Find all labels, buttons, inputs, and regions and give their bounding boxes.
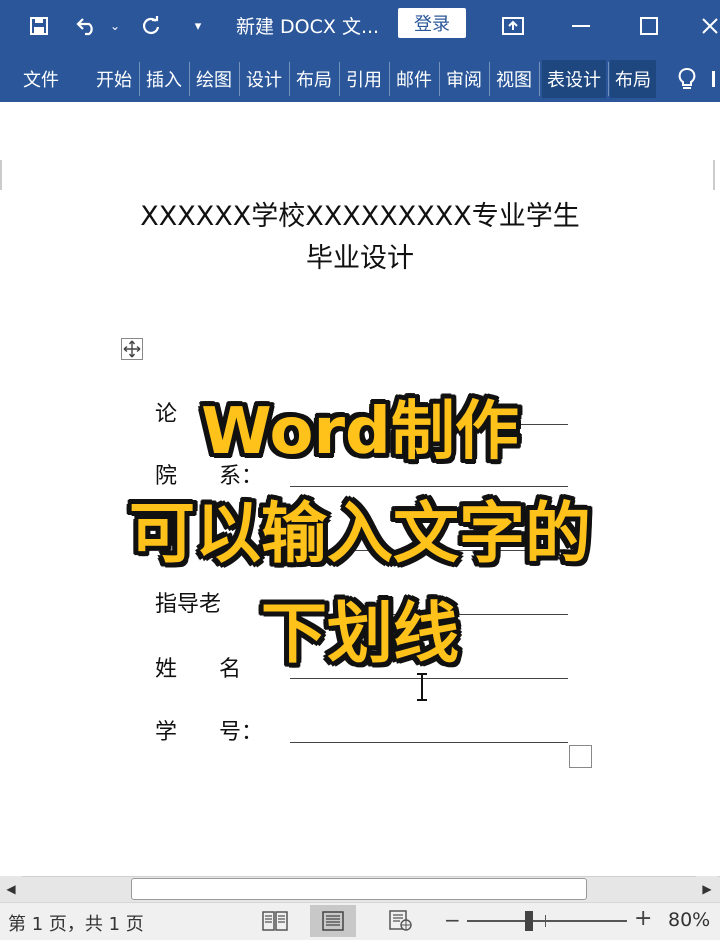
redo-icon[interactable]: [136, 0, 166, 52]
overlay-caption-line-1: Word制作: [201, 395, 519, 469]
table-move-handle-icon[interactable]: [121, 338, 143, 360]
zoom-slider-thumb[interactable]: [525, 911, 533, 931]
right-margin-marker: [713, 160, 715, 190]
tab-review[interactable]: 审阅: [442, 60, 486, 98]
text-cursor-icon: [412, 672, 432, 702]
page-count[interactable]: 第 1 页，共 1 页: [8, 910, 144, 936]
scrollbar-thumb[interactable]: [131, 878, 587, 900]
tab-separator: [189, 62, 190, 96]
tab-home[interactable]: 开始: [92, 60, 136, 98]
tab-draw[interactable]: 绘图: [192, 60, 236, 98]
tab-file[interactable]: 文件: [14, 60, 68, 98]
undo-icon[interactable]: [74, 0, 100, 52]
lightbulb-icon[interactable]: [672, 60, 702, 98]
login-button[interactable]: 登录: [398, 8, 466, 38]
zoom-in-button[interactable]: +: [634, 906, 652, 931]
tab-separator: [289, 62, 290, 96]
maximize-icon[interactable]: [636, 0, 662, 52]
tab-design[interactable]: 设计: [242, 60, 286, 98]
document-title-line-2: 毕业设计: [306, 243, 414, 274]
save-icon[interactable]: [22, 0, 56, 52]
zoom-level[interactable]: 80%: [668, 909, 710, 931]
tab-insert[interactable]: 插入: [142, 60, 186, 98]
scroll-right-icon[interactable]: ▶: [696, 876, 718, 902]
left-margin-marker: [0, 160, 2, 190]
table-resize-handle[interactable]: [569, 745, 592, 768]
zoom-slider[interactable]: [467, 920, 627, 922]
undo-dropdown-icon[interactable]: ⌄: [106, 0, 124, 52]
read-mode-icon[interactable]: [252, 905, 298, 937]
tab-references[interactable]: 引用: [342, 60, 386, 98]
tab-separator: [139, 62, 140, 96]
tab-separator: [389, 62, 390, 96]
tab-table-layout[interactable]: 布局: [610, 60, 656, 98]
document-title: 新建 DOCX 文...: [236, 16, 380, 38]
tab-separator: [339, 62, 340, 96]
print-layout-icon[interactable]: [310, 905, 356, 937]
web-layout-icon[interactable]: [378, 905, 424, 937]
tab-separator: [608, 62, 609, 96]
scroll-left-icon[interactable]: ◀: [0, 876, 22, 902]
tab-separator: [539, 62, 540, 96]
ribbon-overflow-text: [706, 60, 720, 98]
ribbon-display-options-icon[interactable]: [498, 0, 528, 52]
minimize-icon[interactable]: [568, 0, 594, 52]
customize-toolbar-icon[interactable]: ▾: [186, 0, 210, 52]
tab-separator: [489, 62, 490, 96]
overlay-caption-line-2: 可以输入文字的: [129, 495, 591, 572]
tab-separator: [439, 62, 440, 96]
zoom-out-button[interactable]: −: [444, 908, 461, 932]
overlay-caption-line-3: 下划线: [261, 595, 459, 672]
zoom-slider-center-tick: [545, 915, 546, 927]
tab-view[interactable]: 视图: [492, 60, 536, 98]
document-title-line-1: XXXXXX学校XXXXXXXXX专业学生: [140, 201, 580, 232]
tab-mailings[interactable]: 邮件: [392, 60, 436, 98]
tab-layout[interactable]: 布局: [292, 60, 336, 98]
tab-table-design[interactable]: 表设计: [542, 60, 606, 98]
field-label-student-id: 学 号：: [155, 720, 263, 745]
tab-separator: [239, 62, 240, 96]
close-icon[interactable]: [700, 0, 720, 52]
underline-student-id[interactable]: [290, 742, 568, 743]
